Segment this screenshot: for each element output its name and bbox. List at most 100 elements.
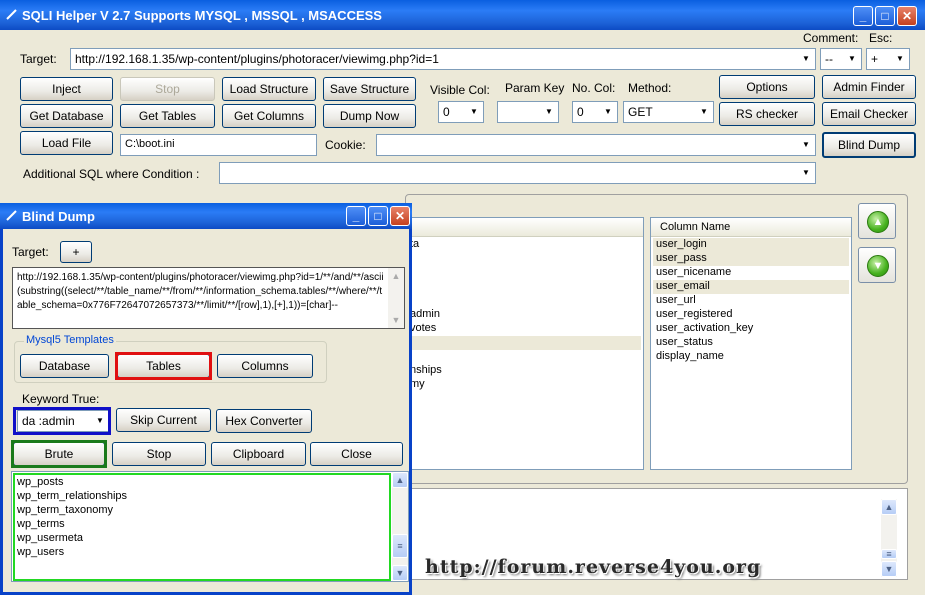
admin-finder-button[interactable]: Admin Finder — [822, 75, 916, 99]
list-item[interactable]: wp_posts — [17, 476, 63, 488]
template-columns-button[interactable]: Columns — [217, 354, 313, 378]
chevron-down-icon[interactable]: ▼ — [798, 50, 814, 68]
columns-list[interactable]: Column Name user_login user_pass user_ni… — [650, 217, 852, 470]
inject-button[interactable]: Inject — [20, 77, 113, 101]
additional-sql-label: Additional SQL where Condition : — [23, 167, 200, 181]
dialog-target-add-button[interactable]: + — [60, 241, 92, 263]
scroll-up-icon[interactable]: ▲ — [392, 472, 408, 488]
rs-checker-button[interactable]: RS checker — [719, 102, 815, 126]
move-down-button[interactable]: ▼ — [858, 247, 896, 283]
query-textarea[interactable]: http://192.168.1.35/wp-content/plugins/p… — [12, 267, 405, 329]
dump-now-button[interactable]: Dump Now — [323, 104, 416, 128]
list-item[interactable]: wp_usermeta — [17, 532, 83, 544]
additional-sql-input[interactable]: ▼ — [219, 162, 816, 184]
list-item[interactable]: user_status — [656, 336, 713, 348]
comment-label: Comment: — [803, 31, 859, 45]
results-scrollbar[interactable]: ▲ ≡ ▼ — [392, 472, 408, 581]
esc-label: Esc: — [869, 31, 893, 45]
list-item[interactable]: user_email — [656, 280, 710, 292]
chevron-down-icon[interactable]: ▼ — [892, 50, 908, 68]
columns-list-header[interactable]: Column Name — [651, 218, 851, 237]
tables-list[interactable]: ta admin votes nships my — [405, 217, 644, 470]
list-item[interactable]: user_activation_key — [656, 322, 753, 334]
hex-converter-button[interactable]: Hex Converter — [216, 409, 312, 433]
scroll-down-icon[interactable]: ▼ — [388, 312, 404, 328]
query-scrollbar[interactable]: ▲ ▼ — [388, 268, 404, 328]
get-tables-button[interactable]: Get Tables — [120, 104, 215, 128]
output-scrollbar[interactable]: ▲ ≡ ▼ — [881, 499, 897, 577]
comment-select[interactable]: -- ▼ — [820, 48, 862, 70]
stop-button[interactable]: Stop — [120, 77, 215, 101]
esc-select[interactable]: + ▼ — [866, 48, 910, 70]
list-item[interactable]: wp_term_relationships — [17, 490, 127, 502]
list-item[interactable]: wp_terms — [17, 518, 65, 530]
get-database-button[interactable]: Get Database — [20, 104, 113, 128]
target-value: http://192.168.1.35/wp-content/plugins/p… — [75, 52, 439, 66]
method-value: GET — [628, 105, 653, 119]
minimize-button[interactable]: _ — [853, 6, 873, 26]
load-structure-button[interactable]: Load Structure — [222, 77, 316, 101]
chevron-down-icon[interactable]: ▼ — [798, 164, 814, 182]
scroll-down-icon[interactable]: ▼ — [392, 565, 408, 581]
dialog-stop-button[interactable]: Stop — [112, 442, 206, 466]
chevron-down-icon[interactable]: ▼ — [466, 103, 482, 121]
list-item[interactable]: user_pass — [656, 252, 707, 264]
dialog-minimize-button[interactable]: _ — [346, 206, 366, 226]
up-arrow-icon: ▲ — [867, 211, 889, 233]
brute-highlight — [11, 440, 107, 468]
chevron-down-icon[interactable]: ▼ — [600, 103, 616, 121]
cookie-input[interactable]: ▼ — [376, 134, 816, 156]
results-list[interactable]: wp_posts wp_term_relationships wp_term_t… — [11, 471, 409, 582]
move-up-button[interactable]: ▲ — [858, 203, 896, 239]
keyword-label: Keyword True: — [22, 392, 100, 406]
method-select[interactable]: GET ▼ — [623, 101, 714, 123]
param-key-select[interactable]: ▼ — [497, 101, 559, 123]
load-file-button[interactable]: Load File — [20, 131, 113, 155]
maximize-button[interactable]: □ — [875, 6, 895, 26]
comment-value: -- — [825, 52, 833, 66]
email-checker-button[interactable]: Email Checker — [822, 102, 916, 126]
visible-col-select[interactable]: 0 ▼ — [438, 101, 484, 123]
scroll-thumb[interactable]: ≡ — [392, 534, 408, 558]
esc-value: + — [871, 52, 879, 66]
scroll-up-icon[interactable]: ▲ — [388, 268, 404, 284]
save-structure-button[interactable]: Save Structure — [323, 77, 416, 101]
chevron-down-icon[interactable]: ▼ — [798, 136, 814, 154]
chevron-down-icon[interactable]: ▼ — [541, 103, 557, 121]
list-item[interactable]: wp_term_taxonomy — [17, 504, 113, 516]
templates-label: Mysql5 Templates — [24, 334, 116, 346]
list-item[interactable]: wp_users — [17, 546, 64, 558]
dialog-close-button[interactable]: ✕ — [390, 206, 410, 226]
main-title: SQLI Helper V 2.7 Supports MYSQL , MSSQL… — [22, 8, 382, 23]
dialog-maximize-button[interactable]: □ — [368, 206, 388, 226]
main-titlebar: SQLI Helper V 2.7 Supports MYSQL , MSSQL… — [0, 0, 925, 30]
skip-current-button[interactable]: Skip Current — [116, 408, 211, 432]
template-database-button[interactable]: Database — [20, 354, 109, 378]
load-file-input[interactable]: C:\boot.ini — [120, 134, 317, 156]
cookie-label: Cookie: — [325, 138, 366, 152]
target-input[interactable]: http://192.168.1.35/wp-content/plugins/p… — [70, 48, 816, 70]
close-button[interactable]: ✕ — [897, 6, 917, 26]
list-item[interactable]: admin — [410, 308, 440, 320]
list-item[interactable]: user_url — [656, 294, 696, 306]
scroll-up-icon[interactable]: ▲ — [881, 499, 897, 515]
list-item[interactable]: votes — [410, 322, 436, 334]
dialog-close-action-button[interactable]: Close — [310, 442, 403, 466]
list-item[interactable]: display_name — [656, 350, 724, 362]
no-col-select[interactable]: 0 ▼ — [572, 101, 618, 123]
blind-dump-button[interactable]: Blind Dump — [822, 132, 916, 158]
list-item[interactable]: user_registered — [656, 308, 732, 320]
dialog-titlebar: Blind Dump _ □ ✕ — [0, 203, 412, 229]
scroll-down-icon[interactable]: ▼ — [881, 561, 897, 577]
get-columns-button[interactable]: Get Columns — [222, 104, 316, 128]
chevron-down-icon[interactable]: ▼ — [696, 103, 712, 121]
options-button[interactable]: Options — [719, 75, 815, 99]
chevron-down-icon[interactable]: ▼ — [844, 50, 860, 68]
scroll-thumb[interactable]: ≡ — [881, 549, 897, 559]
list-item[interactable]: user_login — [656, 238, 707, 250]
list-item[interactable]: user_nicename — [656, 266, 731, 278]
clipboard-button[interactable]: Clipboard — [211, 442, 306, 466]
method-label: Method: — [628, 81, 672, 95]
list-item[interactable]: my — [410, 378, 425, 390]
list-item[interactable]: nships — [410, 364, 442, 376]
